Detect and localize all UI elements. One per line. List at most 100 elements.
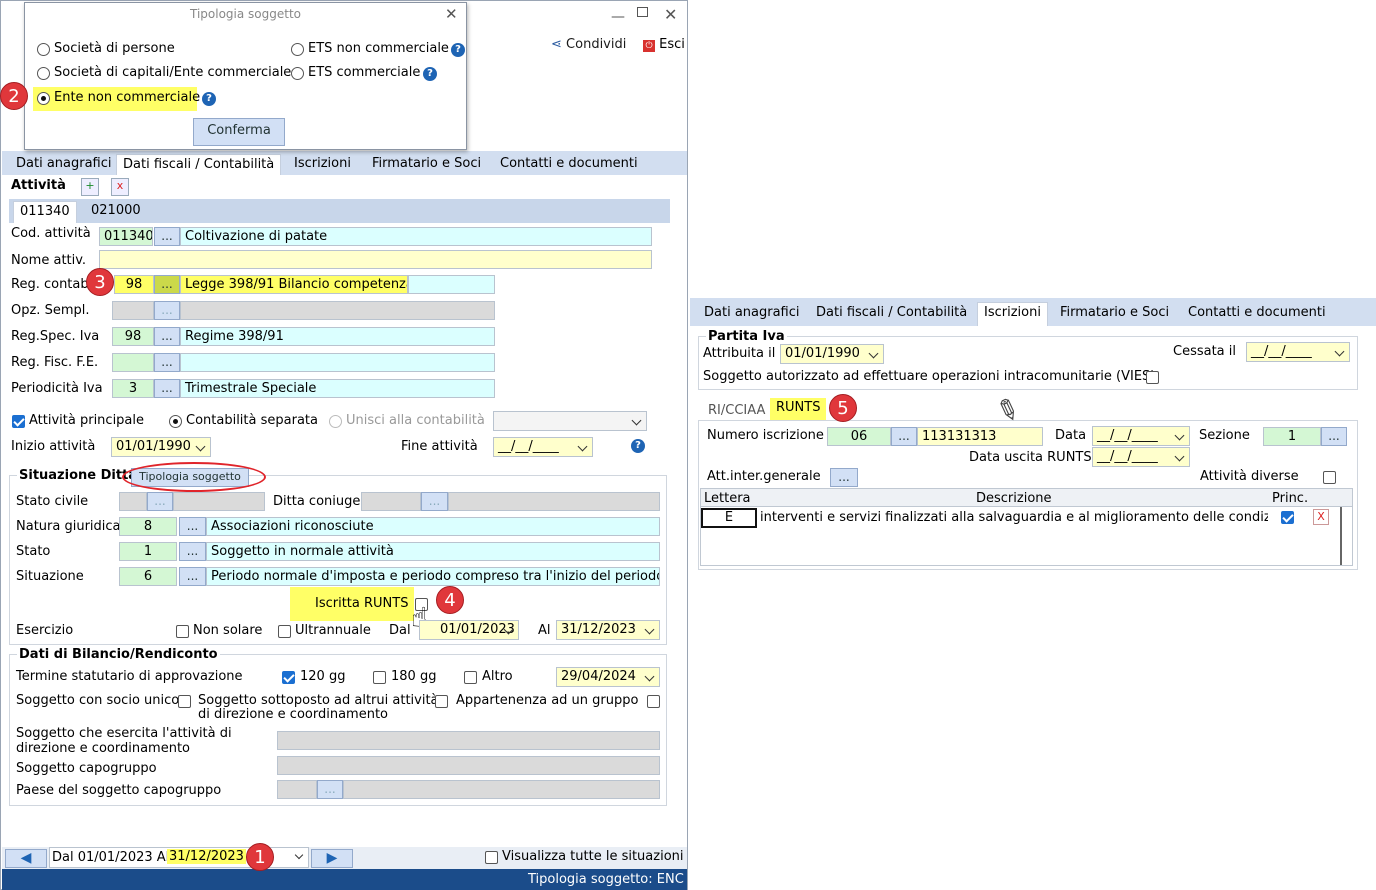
sottoposto-checkbox[interactable] (435, 695, 448, 708)
help-icon[interactable]: ? (631, 439, 645, 453)
unisci-select[interactable] (493, 411, 647, 431)
periodicita-lookup[interactable]: ... (154, 379, 180, 398)
natura-desc[interactable]: Associazioni riconosciute (206, 517, 660, 536)
sezione-lookup[interactable]: ... (1321, 427, 1347, 446)
ets-non-comm-help-icon[interactable]: ? (451, 43, 465, 57)
al-date[interactable]: 31/12/2023 (556, 620, 660, 640)
right-tab-contatti[interactable]: Contatti e documenti (1182, 303, 1332, 324)
subtab-runts[interactable]: RUNTS (770, 398, 827, 420)
ente-non-comm-radio[interactable] (37, 92, 50, 105)
dal-date[interactable]: 01/01/2023 (419, 620, 519, 640)
numero-lookup[interactable]: ... (891, 427, 917, 446)
non-solare-checkbox[interactable] (176, 625, 189, 638)
natura-code[interactable]: 8 (119, 517, 177, 536)
reg-contab-code[interactable]: 98 (114, 275, 154, 294)
tab-dati-fiscali[interactable]: Dati fiscali / Contabilità (116, 154, 282, 175)
capogruppo-field (277, 756, 660, 775)
natura-lookup[interactable]: ... (179, 517, 206, 536)
situazione-lookup[interactable]: ... (179, 567, 206, 586)
regspec-iva-lookup[interactable]: ... (154, 327, 180, 346)
grid-scrollbar[interactable] (1340, 507, 1342, 565)
nome-attivita-field[interactable] (99, 250, 652, 269)
soc-persone-radio[interactable] (37, 43, 50, 56)
grid-cell-princ-checkbox[interactable] (1281, 511, 1294, 524)
cod-attivita-lookup[interactable]: ... (154, 227, 180, 246)
stato-desc[interactable]: Soggetto in normale attività (206, 542, 660, 561)
dialog-close-icon[interactable]: ✕ (445, 5, 458, 23)
ets-comm-radio[interactable] (291, 67, 304, 80)
regfisc-lookup[interactable]: ... (154, 353, 180, 372)
att-inter-lookup[interactable]: ... (830, 468, 858, 487)
cod-attivita-code[interactable]: 011340 (99, 227, 153, 246)
tab-contatti[interactable]: Contatti e documenti (494, 154, 644, 175)
next-period-button[interactable]: ▶ (311, 849, 353, 868)
right-tab-dati-anagrafici[interactable]: Dati anagrafici (698, 303, 806, 324)
fine-date[interactable]: __/__/____ (493, 437, 593, 457)
stato-code[interactable]: 1 (119, 542, 177, 561)
periodicita-desc[interactable]: Trimestrale Speciale (180, 379, 495, 398)
periodicita-code[interactable]: 3 (112, 379, 154, 398)
attivita-principale-checkbox[interactable] (12, 415, 25, 428)
ets-non-comm-radio[interactable] (291, 43, 304, 56)
contabilita-separata-radio[interactable] (169, 415, 182, 428)
socio-unico-checkbox[interactable] (178, 695, 191, 708)
attribuita-date[interactable]: 01/01/1990 (780, 344, 884, 364)
situazione-desc[interactable]: Periodo normale d'imposta e periodo comp… (206, 567, 660, 586)
right-tab-dati-fiscali[interactable]: Dati fiscali / Contabilità (810, 303, 973, 324)
stato-civile-lookup[interactable]: ... (147, 492, 173, 511)
grid-delete-icon[interactable]: X (1313, 509, 1329, 525)
right-tab-firmatario[interactable]: Firmatario e Soci (1054, 303, 1175, 324)
regspec-iva-code[interactable]: 98 (112, 327, 154, 346)
tab-firmatario[interactable]: Firmatario e Soci (366, 154, 487, 175)
data-date[interactable]: __/__/____ (1092, 426, 1190, 446)
ditta-coniuge-lookup[interactable]: ... (421, 492, 448, 511)
numero-value[interactable]: 113131313 (917, 427, 1043, 446)
paese-lookup[interactable]: ... (317, 780, 343, 799)
situazione-code[interactable]: 6 (119, 567, 177, 586)
right-tab-iscrizioni[interactable]: Iscrizioni (977, 302, 1048, 326)
unisci-radio[interactable] (329, 415, 342, 428)
maximize-icon[interactable] (637, 7, 648, 17)
opz-sempl-lookup[interactable]: ... (154, 301, 180, 320)
vies-checkbox[interactable] (1146, 371, 1159, 384)
prev-period-button[interactable]: ◀ (5, 849, 47, 868)
regfisc-code[interactable] (112, 353, 154, 372)
uscita-date[interactable]: __/__/____ (1092, 447, 1190, 467)
inizio-date[interactable]: 01/01/1990 (111, 437, 211, 457)
tab-iscrizioni[interactable]: Iscrizioni (288, 154, 357, 175)
share-button[interactable]: ⋖ Condividi (551, 37, 626, 52)
appartenenza-checkbox[interactable] (647, 695, 660, 708)
cessata-date[interactable]: __/__/____ (1246, 342, 1350, 362)
stato-lookup[interactable]: ... (179, 542, 206, 561)
grid-cell-descrizione[interactable]: interventi e servizi finalizzati alla sa… (760, 510, 1268, 525)
opt-180-checkbox[interactable] (373, 671, 386, 684)
tab-activity-2[interactable]: 021000 (85, 201, 147, 222)
opt-120-checkbox[interactable] (282, 671, 295, 684)
termine-date[interactable]: 29/04/2024 (556, 667, 660, 687)
ente-help-icon[interactable]: ? (202, 92, 216, 106)
reg-contab-desc[interactable]: Legge 398/91 Bilancio competenza (180, 275, 408, 294)
sezione-value[interactable]: 1 (1263, 427, 1321, 446)
close-icon[interactable]: ✕ (664, 5, 677, 24)
numero-code[interactable]: 06 (827, 427, 891, 446)
tab-activity-1[interactable]: 011340 (13, 201, 77, 223)
add-activity-icon[interactable]: + (81, 178, 99, 196)
minimize-icon[interactable]: — (611, 9, 625, 25)
regfisc-desc[interactable] (180, 353, 495, 372)
grid-cell-lettera[interactable]: E (701, 508, 757, 528)
exit-button[interactable]: ⏻ Esci (643, 37, 685, 52)
ets-comm-help-icon[interactable]: ? (423, 67, 437, 81)
diverse-checkbox[interactable] (1323, 471, 1336, 484)
altro-checkbox[interactable] (464, 671, 477, 684)
subtab-ri-cciaa[interactable]: RI/CCIAA (702, 401, 771, 422)
reg-contab-lookup[interactable]: ... (154, 275, 180, 294)
delete-activity-icon[interactable]: x (111, 178, 129, 196)
regspec-iva-desc[interactable]: Regime 398/91 (180, 327, 495, 346)
cod-attivita-desc[interactable]: Coltivazione di patate (180, 227, 652, 246)
soc-capitali-radio[interactable] (37, 67, 50, 80)
conferma-button[interactable]: Conferma (193, 118, 285, 146)
tab-dati-anagrafici[interactable]: Dati anagrafici (10, 154, 118, 175)
visualizza-checkbox[interactable] (485, 851, 498, 864)
ultrannuale-checkbox[interactable] (278, 625, 291, 638)
grid-header-princ: Princ. (1272, 491, 1309, 506)
